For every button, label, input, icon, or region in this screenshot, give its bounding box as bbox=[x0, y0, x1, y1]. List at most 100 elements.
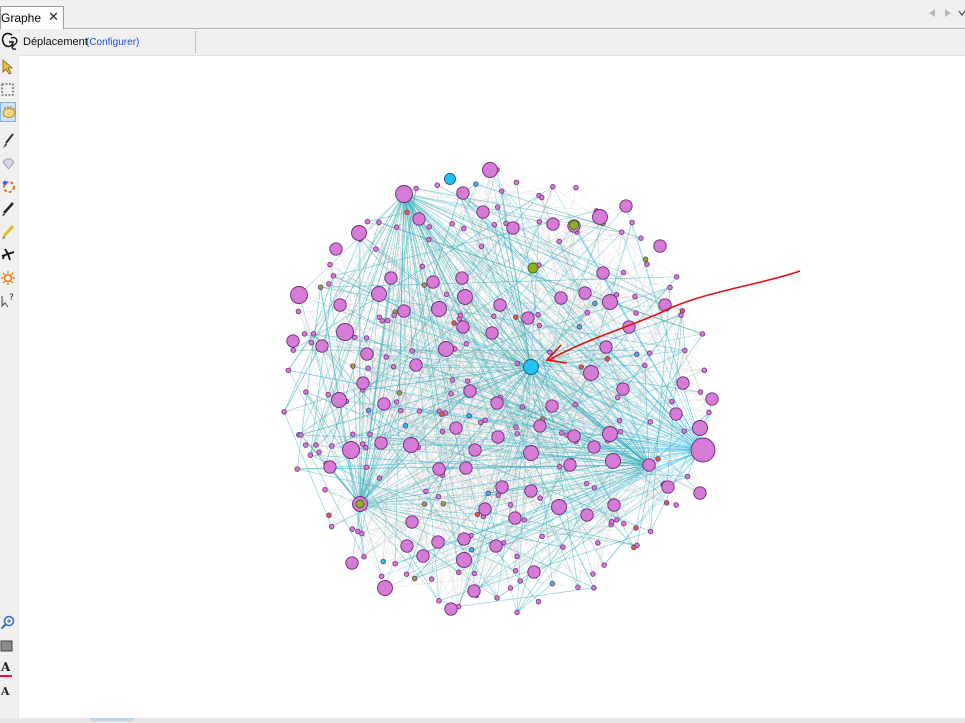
graph-node[interactable] bbox=[617, 428, 624, 435]
graph-node[interactable] bbox=[489, 539, 503, 553]
graph-node[interactable] bbox=[444, 173, 456, 185]
graph-canvas[interactable] bbox=[19, 56, 965, 718]
close-icon[interactable]: ✕ bbox=[48, 9, 59, 25]
graph-node[interactable] bbox=[395, 185, 413, 203]
edit-tool[interactable]: ? bbox=[0, 291, 16, 309]
graph-node[interactable] bbox=[647, 528, 654, 535]
graph-node[interactable] bbox=[514, 431, 520, 437]
graph-node[interactable] bbox=[421, 282, 428, 288]
graph-node[interactable] bbox=[690, 437, 716, 463]
graph-node[interactable] bbox=[350, 363, 356, 369]
graph-node[interactable] bbox=[558, 430, 565, 436]
graph-node[interactable] bbox=[435, 493, 442, 500]
graph-node[interactable] bbox=[416, 408, 423, 414]
graph-node[interactable] bbox=[549, 580, 556, 587]
graph-node[interactable] bbox=[463, 384, 477, 398]
graph-node[interactable] bbox=[461, 225, 467, 232]
graph-node[interactable] bbox=[404, 209, 410, 215]
graph-node[interactable] bbox=[513, 179, 520, 186]
graph-node[interactable] bbox=[517, 578, 523, 584]
graph-node[interactable] bbox=[692, 420, 708, 436]
graph-node[interactable] bbox=[473, 181, 479, 187]
graph-node[interactable] bbox=[457, 312, 464, 318]
graph-node[interactable] bbox=[491, 222, 498, 228]
graph-node[interactable] bbox=[631, 544, 637, 551]
graph-node[interactable] bbox=[614, 394, 621, 401]
graph-node[interactable] bbox=[616, 382, 630, 396]
graph-node[interactable] bbox=[402, 423, 409, 429]
graph-node[interactable] bbox=[323, 460, 337, 474]
graph-node[interactable] bbox=[482, 162, 498, 178]
graph-node[interactable] bbox=[513, 314, 519, 320]
graph-node[interactable] bbox=[308, 339, 315, 346]
graph-node[interactable] bbox=[307, 452, 314, 458]
graph-node[interactable] bbox=[478, 243, 485, 250]
graph-node[interactable] bbox=[569, 220, 579, 230]
graph-node[interactable] bbox=[385, 317, 391, 324]
graph-node[interactable] bbox=[676, 376, 690, 390]
graph-node[interactable] bbox=[506, 221, 520, 235]
graph-node[interactable] bbox=[633, 310, 639, 316]
graph-node[interactable] bbox=[521, 517, 528, 523]
graph-node[interactable] bbox=[494, 595, 500, 601]
graph-node[interactable] bbox=[602, 294, 618, 310]
graph-node[interactable] bbox=[302, 442, 309, 448]
graph-node[interactable] bbox=[295, 308, 302, 315]
graph-node[interactable] bbox=[653, 239, 667, 253]
graph-node[interactable] bbox=[411, 575, 418, 582]
graph-node[interactable] bbox=[426, 275, 440, 289]
graph-node[interactable] bbox=[673, 502, 679, 508]
shortest-path-tool[interactable] bbox=[0, 246, 16, 264]
graph-node[interactable] bbox=[478, 419, 484, 426]
graph-node[interactable] bbox=[436, 598, 442, 604]
graph-node[interactable] bbox=[298, 432, 304, 438]
graph-node[interactable] bbox=[527, 565, 541, 579]
graph-node[interactable] bbox=[684, 473, 691, 480]
graph-node[interactable] bbox=[378, 573, 385, 580]
graph-node[interactable] bbox=[580, 508, 594, 522]
heat-map-tool[interactable] bbox=[0, 269, 16, 287]
graph-node[interactable] bbox=[539, 533, 545, 540]
graph-node[interactable] bbox=[620, 269, 627, 276]
graph-node[interactable] bbox=[364, 218, 371, 225]
graph-node[interactable] bbox=[315, 339, 329, 353]
graph-node[interactable] bbox=[390, 363, 397, 370]
graph-node[interactable] bbox=[663, 500, 670, 506]
graph-node[interactable] bbox=[607, 498, 621, 512]
graph-node[interactable] bbox=[349, 526, 356, 532]
graph-node[interactable] bbox=[478, 502, 492, 516]
graph-node[interactable] bbox=[646, 350, 653, 356]
graph-node[interactable] bbox=[573, 184, 579, 191]
graph-node[interactable] bbox=[642, 256, 649, 262]
graph-node[interactable] bbox=[416, 549, 430, 563]
tab-graphe[interactable]: Graphe ✕ bbox=[0, 6, 64, 29]
graph-node[interactable] bbox=[397, 304, 411, 318]
graph-node[interactable] bbox=[619, 199, 633, 213]
graph-node[interactable] bbox=[476, 205, 490, 219]
graph-node[interactable] bbox=[456, 186, 470, 200]
graph-node[interactable] bbox=[508, 511, 522, 525]
graph-node[interactable] bbox=[467, 584, 481, 598]
graph-node[interactable] bbox=[667, 284, 673, 291]
graph-node[interactable] bbox=[449, 421, 463, 435]
graph-node[interactable] bbox=[457, 532, 471, 546]
graph-node[interactable] bbox=[396, 390, 403, 396]
graph-node[interactable] bbox=[463, 340, 470, 347]
graph-node[interactable] bbox=[583, 365, 599, 381]
graph-node[interactable] bbox=[363, 335, 370, 341]
chevron-down-icon[interactable] bbox=[958, 8, 965, 21]
graph-node[interactable] bbox=[591, 585, 597, 591]
graph-node[interactable] bbox=[551, 499, 567, 515]
graph-node[interactable] bbox=[482, 417, 489, 423]
graph-node[interactable] bbox=[286, 334, 300, 348]
graph-node[interactable] bbox=[365, 407, 372, 414]
graph-node[interactable] bbox=[464, 378, 471, 384]
graph-node[interactable] bbox=[556, 238, 562, 245]
graph-node[interactable] bbox=[661, 480, 675, 494]
graph-node[interactable] bbox=[575, 584, 581, 591]
graph-node[interactable] bbox=[455, 271, 469, 285]
graph-node[interactable] bbox=[535, 311, 541, 318]
graph-node[interactable] bbox=[644, 261, 650, 267]
graph-node[interactable] bbox=[536, 322, 543, 329]
graph-node[interactable] bbox=[376, 219, 382, 226]
